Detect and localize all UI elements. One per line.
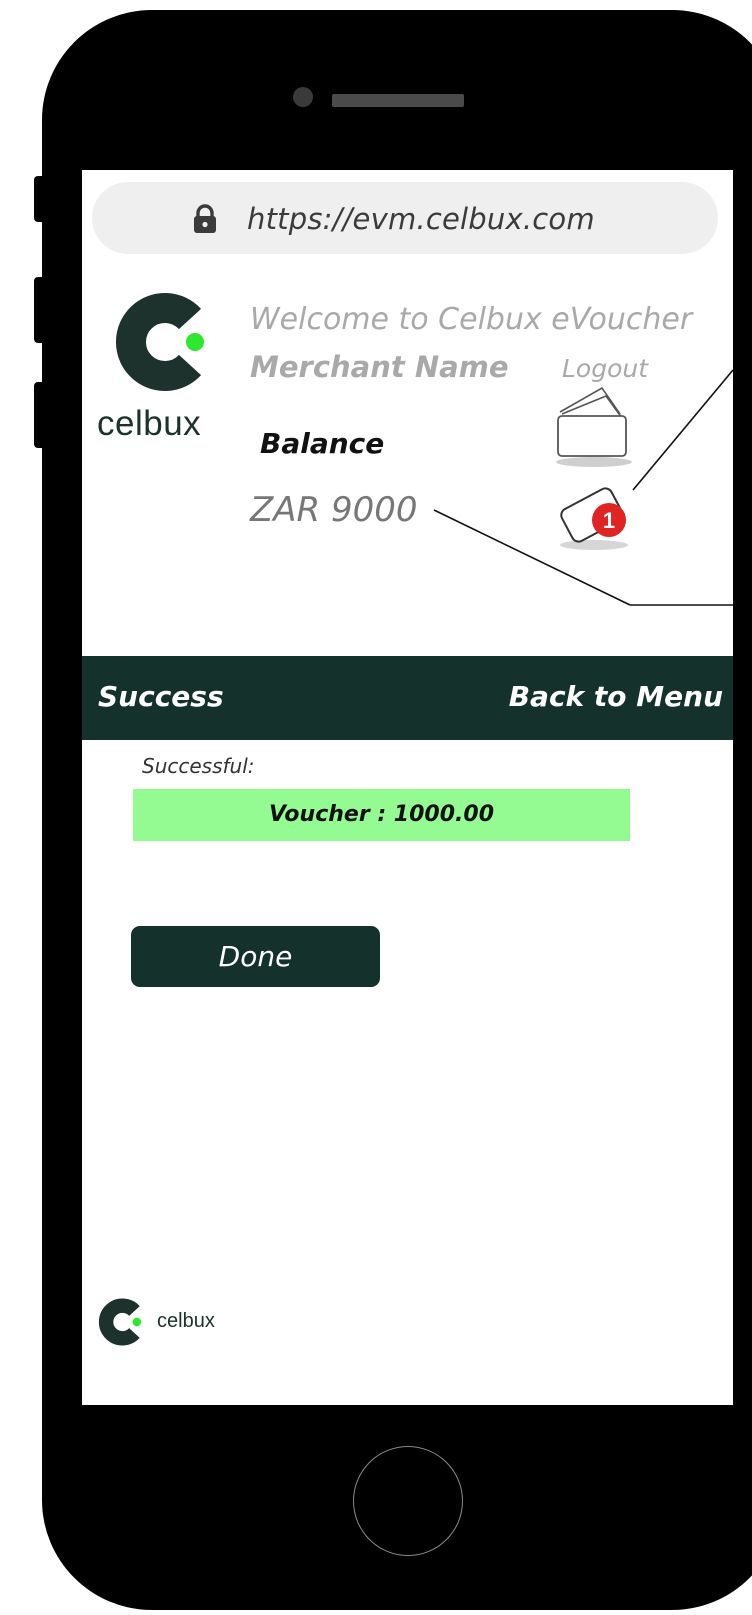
voucher-notification-icon[interactable]: 1 xyxy=(552,475,642,555)
notification-count: 1 xyxy=(603,508,615,533)
voucher-result-box: Voucher : 1000.00 xyxy=(133,789,630,841)
earpiece-speaker xyxy=(332,94,464,107)
back-to-menu-link[interactable]: Back to Menu xyxy=(509,680,723,713)
lock-icon xyxy=(194,204,216,233)
welcome-text: Welcome to Celbux eVoucher xyxy=(250,302,693,337)
merchant-name: Merchant Name xyxy=(250,350,509,384)
front-camera xyxy=(293,87,313,107)
phone-screen: https://evm.celbux.com celbux Welcome to… xyxy=(82,170,733,1405)
celbux-c-logo-icon xyxy=(115,293,204,391)
title-bar: Success Back to Menu xyxy=(82,656,733,740)
address-bar[interactable]: https://evm.celbux.com xyxy=(92,182,718,254)
page-title: Success xyxy=(98,680,224,713)
celbux-c-small-icon xyxy=(98,1298,142,1346)
volume-up-button xyxy=(34,277,46,343)
url-text[interactable]: https://evm.celbux.com xyxy=(247,202,595,236)
notification-callout-line xyxy=(632,369,733,491)
home-button[interactable] xyxy=(353,1446,463,1556)
footer-logo: celbux xyxy=(97,1298,237,1348)
balance-label: Balance xyxy=(260,427,385,460)
mute-switch xyxy=(34,176,46,222)
done-button[interactable]: Done xyxy=(131,926,380,987)
success-label: Successful: xyxy=(142,754,255,778)
voucher-amount: Voucher : 1000.00 xyxy=(269,802,494,827)
wallet-icon[interactable] xyxy=(554,380,634,470)
balance-value: ZAR 9000 xyxy=(250,490,418,530)
volume-down-button xyxy=(34,382,46,448)
celbux-logo: celbux xyxy=(97,292,232,443)
brand-wordmark: celbux xyxy=(97,404,202,443)
footer-wordmark: celbux xyxy=(157,1310,215,1332)
logout-link[interactable]: Logout xyxy=(562,354,648,383)
